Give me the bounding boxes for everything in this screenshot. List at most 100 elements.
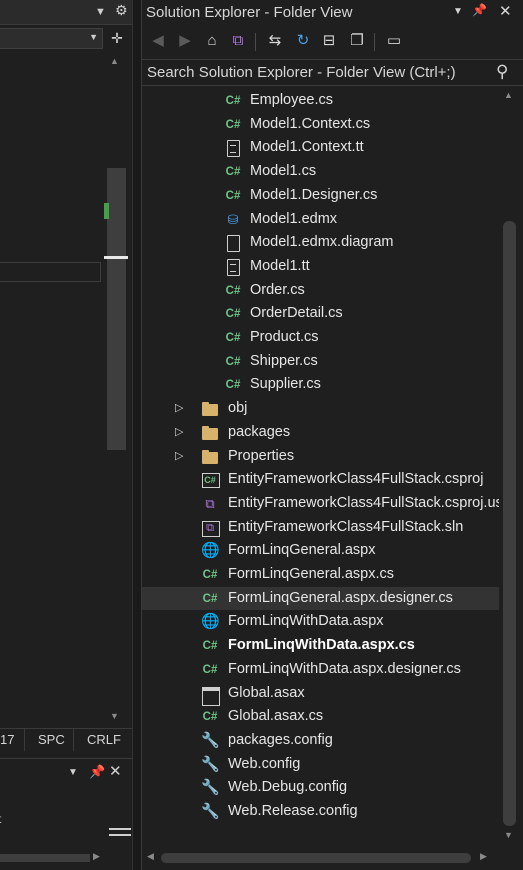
pin-icon[interactable]: 📌 [89,764,105,780]
tree-item[interactable]: 🔧 Web.Release.config [142,800,499,824]
whitespace-indicator[interactable]: SPC [38,732,65,747]
tree-item-label: Model1.edmx [250,210,338,227]
tree-item[interactable]: C# Model1.Designer.cs [142,184,499,208]
tree-item[interactable]: ⧉ EntityFrameworkClass4FullStack.sln [142,516,499,540]
tree-item[interactable]: ⛁ Model1.edmx [142,208,499,232]
gear-icon[interactable]: ⚙ [115,2,128,19]
tree-item[interactable]: Model1.edmx.diagram [142,231,499,255]
scroll-right-icon[interactable]: ▶ [93,851,100,862]
divider [24,729,25,751]
split-editor-icon[interactable]: ✛ [107,28,127,49]
expand-chevron-icon[interactable]: ▷ [175,401,183,414]
tree-item-label: FormLinqWithData.aspx [228,613,384,630]
tree-item[interactable]: C# Employee.cs [142,89,499,113]
tree-item[interactable]: C# Model1.Context.cs [142,113,499,137]
tree-item[interactable]: C# FormLinqWithData.aspx.cs [142,634,499,658]
tree-item-label: Properties [228,447,295,464]
window-position-dropdown-icon[interactable]: ▼ [68,767,78,778]
switch-views-icon[interactable]: ⧉ [227,30,249,52]
home-icon[interactable]: ⌂ [201,30,223,52]
tree-item-label: Model1.Context.cs [250,115,371,132]
window-position-dropdown-icon[interactable]: ▼ [453,6,463,17]
panel-title: Solution Explorer - Folder View [146,4,353,21]
scrollbar-thumb[interactable] [161,853,471,863]
scrollbar-thumb[interactable] [0,854,90,862]
scroll-right-icon[interactable]: ▶ [480,851,487,862]
tree-item[interactable]: Global.asax [142,682,499,706]
expand-chevron-icon[interactable]: ▷ [175,449,183,462]
tree-item[interactable]: ⧉ EntityFrameworkClass4FullStack.csproj.u… [142,492,499,516]
output-horizontal-scrollbar[interactable]: ▶ [0,851,104,865]
asax-icon [201,685,220,706]
tree-item[interactable]: C# Shipper.cs [142,350,499,374]
back-icon[interactable]: ◀ [147,30,169,52]
member-navigation-dropdown[interactable]: ▼ [0,28,103,49]
csharp-file-icon: C# [225,284,241,297]
tree-item[interactable]: C# EntityFrameworkClass4FullStack.csproj [142,468,499,492]
marker-line [109,828,131,830]
divider [255,33,256,51]
scroll-down-icon[interactable]: ▼ [504,830,513,840]
tree-item[interactable]: C# FormLinqWithData.aspx.designer.cs [142,658,499,682]
forward-icon[interactable]: ▶ [174,30,196,52]
close-icon[interactable]: ✕ [499,2,512,20]
tree-item[interactable]: C# Product.cs [142,326,499,350]
tree-item-label: OrderDetail.cs [250,305,343,322]
text-template-icon [224,258,242,276]
explorer-horizontal-scrollbar[interactable]: ◀ ▶ [142,848,499,868]
column-indicator[interactable]: 17 [0,732,14,747]
tree-item[interactable]: C# OrderDetail.cs [142,302,499,326]
tree-item[interactable]: 🌐 FormLinqWithData.aspx [142,610,499,634]
editor-vertical-scrollbar[interactable]: ▲ ▼ [104,50,128,728]
editor-status-bar: 17 SPC CRLF [0,728,132,751]
csproj-icon: C# [201,471,220,489]
line-ending-indicator[interactable]: CRLF [87,732,121,747]
tree-item[interactable]: 🔧 Web.config [142,753,499,777]
tab-list-dropdown-icon[interactable]: ▼ [95,6,106,18]
scroll-up-icon[interactable]: ▲ [504,90,513,100]
tree-item-label: Web.config [228,755,301,772]
folder-icon [201,424,219,442]
tree-item-label: FormLinqWithData.aspx.designer.cs [228,660,461,677]
scrollbar-thumb[interactable] [503,221,516,826]
config-icon: 🔧 [201,731,220,749]
tree-item[interactable]: C# Order.cs [142,279,499,303]
search-icon[interactable]: ⚲ [496,62,508,82]
refresh-icon[interactable]: ↻ [292,30,314,52]
scroll-down-icon[interactable]: ▼ [110,711,119,721]
tree-item[interactable]: C# FormLinqGeneral.aspx.cs [142,563,499,587]
tree-item-label: Order.cs [250,281,305,298]
scrollbar-thumb[interactable] [107,168,126,450]
search-bar: ⚲ [142,59,523,86]
tree-item[interactable]: ▷ Properties [142,445,499,469]
sync-with-active-document-icon[interactable]: ⇆ [264,30,286,52]
preview-selected-items-icon[interactable]: ▭ [383,30,405,52]
csharp-file-icon: C# [225,355,241,368]
text-template-icon [224,139,242,158]
explorer-vertical-scrollbar[interactable]: ▲ ▼ [499,88,519,848]
tree-item-label: FormLinqWithData.aspx.cs [228,637,415,654]
close-icon[interactable]: ✕ [109,762,122,780]
tree-item[interactable]: ▷ obj [142,397,499,421]
tree-item[interactable]: 🌐 FormLinqGeneral.aspx [142,539,499,563]
output-window-header: ▼ 📌 ✕ [0,758,132,786]
tree-item[interactable]: C# Model1.cs [142,160,499,184]
expand-chevron-icon[interactable]: ▷ [175,425,183,438]
pin-icon[interactable]: 📌 [472,3,487,17]
collapse-all-icon[interactable]: ⊟ [318,30,340,52]
tree-item[interactable]: Model1.tt [142,255,499,279]
tree-item-label: packages.config [228,731,333,748]
tree-item[interactable]: C# Supplier.cs [142,373,499,397]
tree-item[interactable]: Model1.Context.tt [142,136,499,160]
tree-item[interactable]: C# FormLinqGeneral.aspx.designer.cs [142,586,499,611]
tree-item[interactable]: 🔧 packages.config [142,729,499,753]
show-all-files-icon[interactable]: ❐ [346,30,368,52]
pane-splitter[interactable] [132,0,141,870]
tree-item[interactable]: C# Global.asax.cs [142,705,499,729]
tree-item[interactable]: 🔧 Web.Debug.config [142,776,499,800]
scroll-up-icon[interactable]: ▲ [110,56,119,66]
csharp-file-icon: C# [225,379,241,392]
search-input[interactable] [142,60,492,85]
tree-item[interactable]: ▷ packages [142,421,499,445]
scroll-left-icon[interactable]: ◀ [147,851,154,862]
